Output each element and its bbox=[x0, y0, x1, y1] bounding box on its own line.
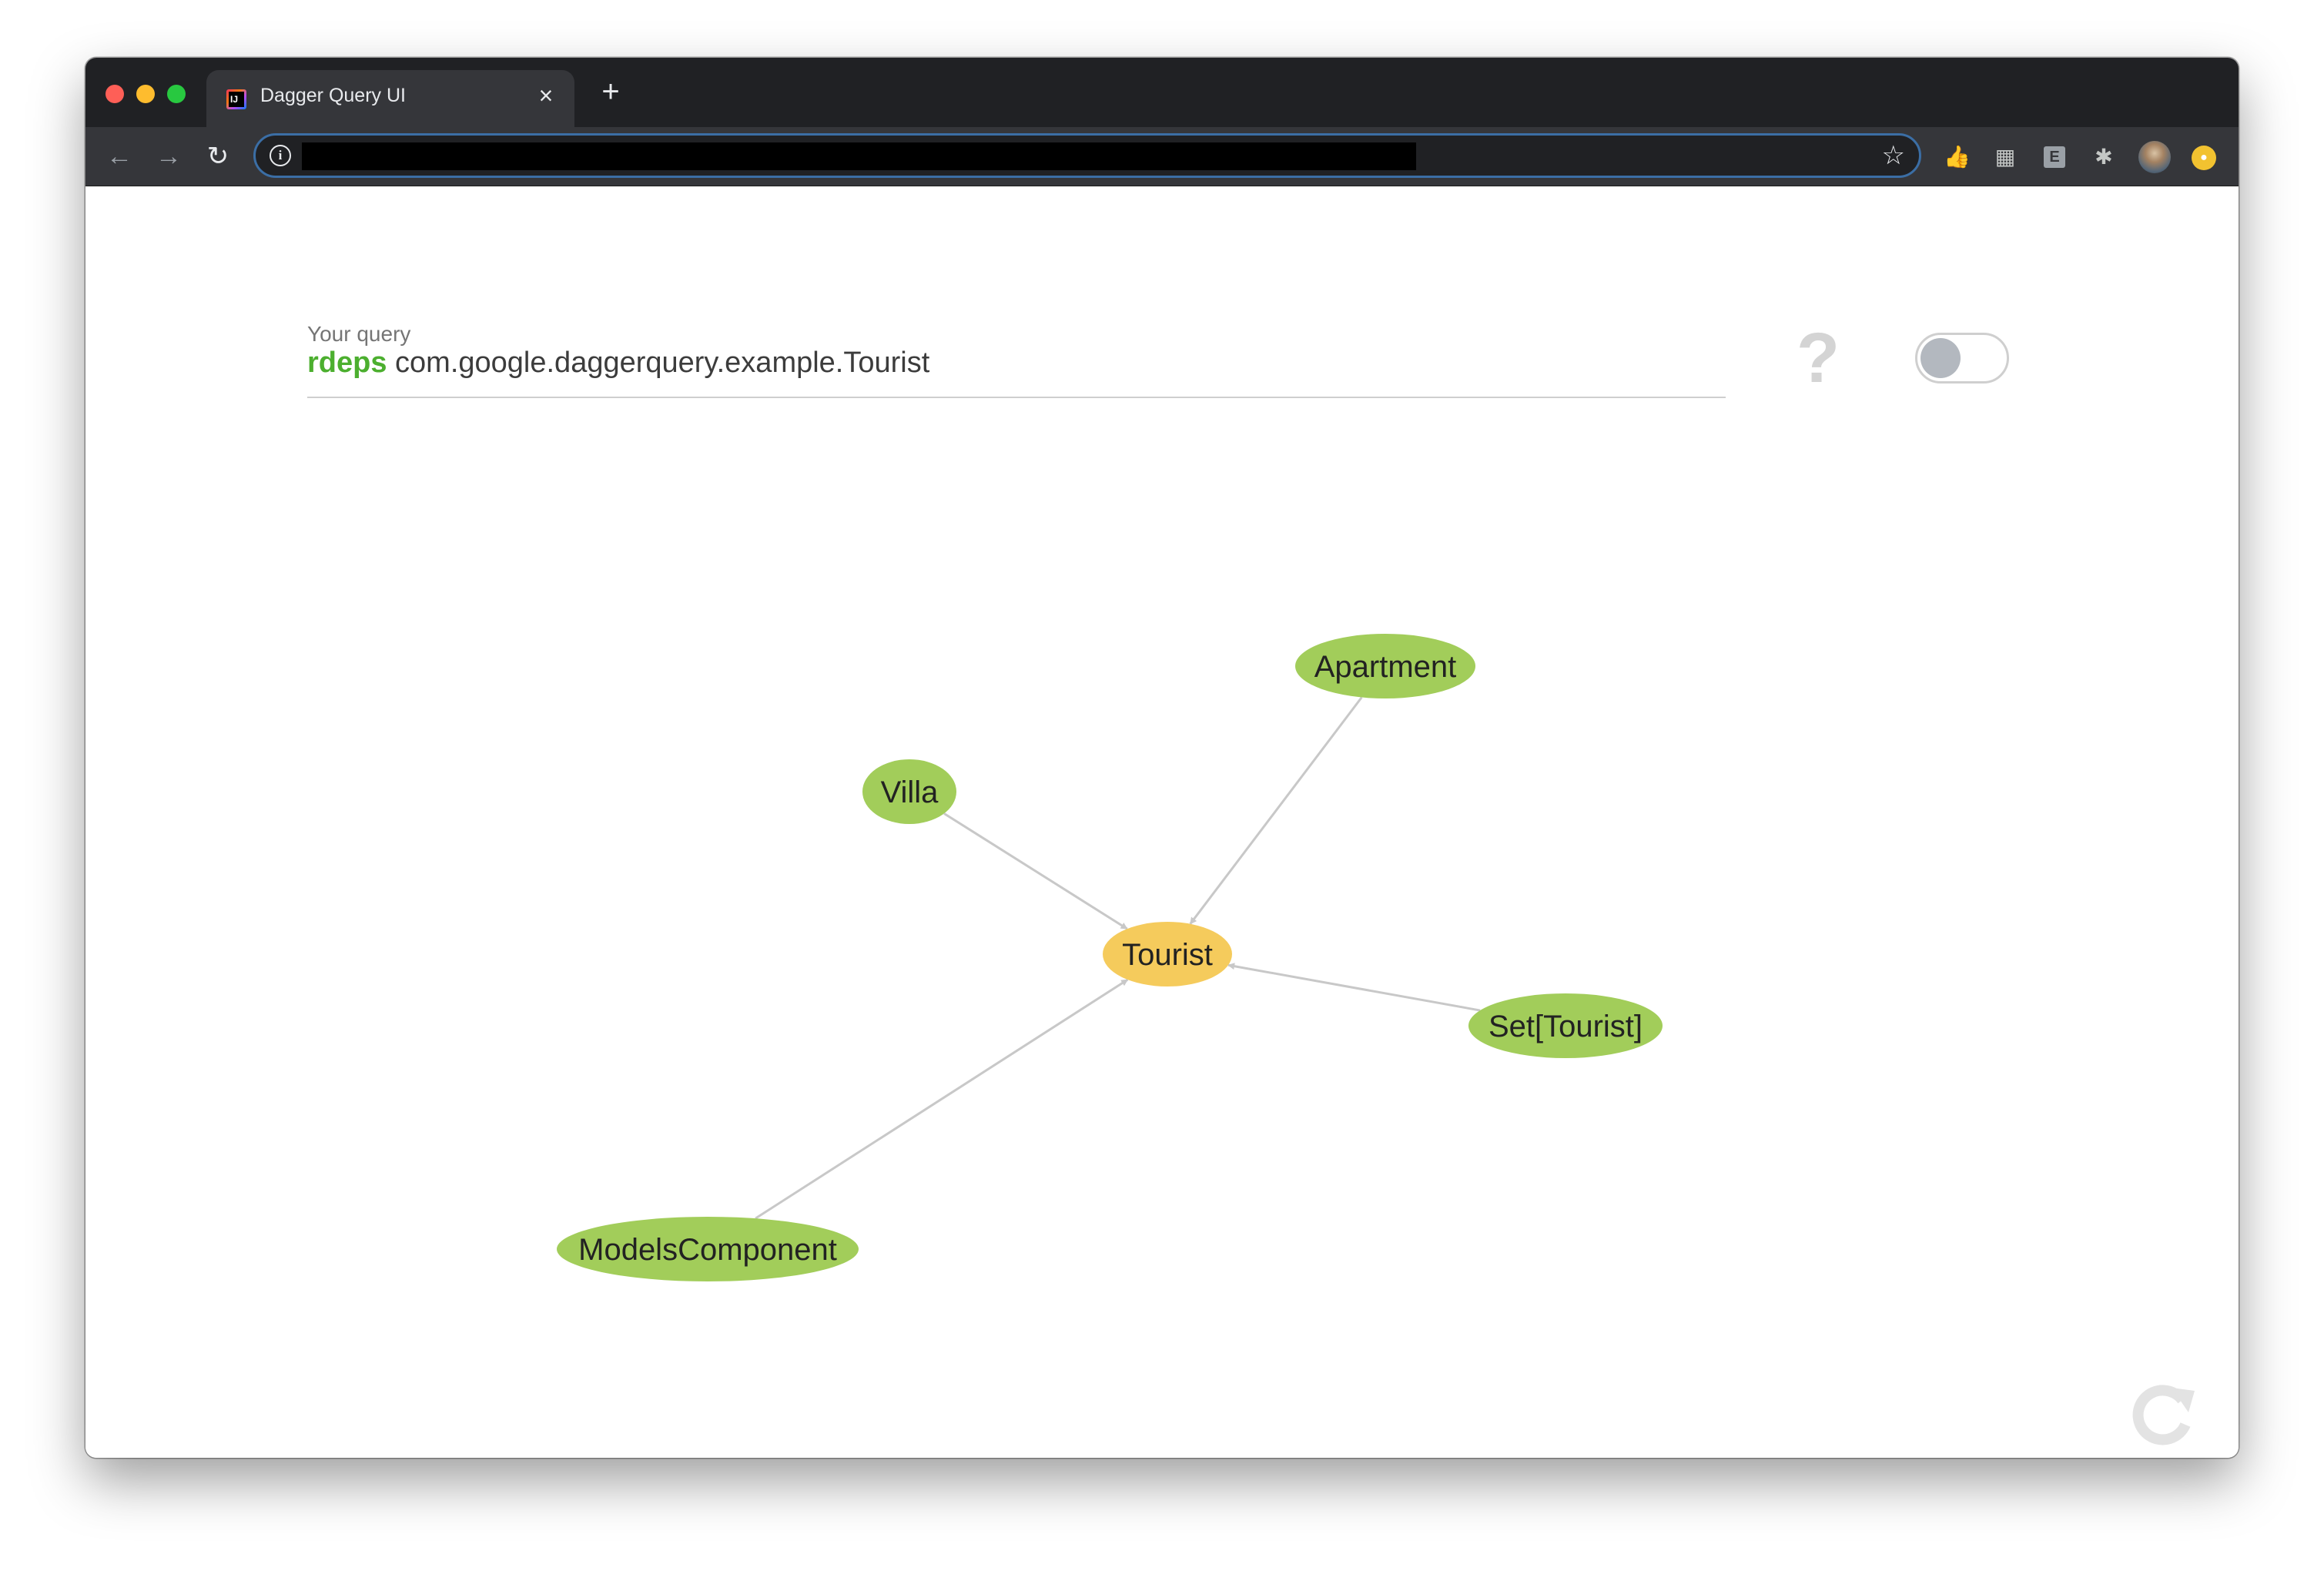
browser-window: IJ Dagger Query UI × + ← → ↻ i ☆ 👍 ▦ E ✱… bbox=[85, 58, 2239, 1458]
browser-toolbar: ← → ↻ i ☆ 👍 ▦ E ✱ ● bbox=[85, 127, 2239, 186]
bookmark-star-icon[interactable]: ☆ bbox=[1882, 142, 1905, 169]
dependency-graph: Apartment Villa Tourist Set[Tourist] ModelsC… bbox=[557, 634, 1663, 1281]
back-button[interactable]: ← bbox=[104, 141, 135, 172]
close-window-button[interactable] bbox=[105, 85, 124, 103]
site-info-icon[interactable]: i bbox=[270, 145, 291, 166]
graph-node-models-component[interactable]: ModelsComponent bbox=[557, 1217, 859, 1281]
profile-status-icon[interactable]: ● bbox=[2192, 146, 2216, 170]
profile-avatar[interactable] bbox=[2138, 141, 2171, 173]
graph-node-label: Villa bbox=[881, 775, 939, 809]
graph-node-label: Apartment bbox=[1314, 650, 1457, 684]
qr-code-extension-icon[interactable]: ▦ bbox=[1992, 144, 2018, 170]
edge-models-component-to-tourist bbox=[755, 978, 1129, 1220]
graph-node-label: Set[Tourist] bbox=[1488, 1010, 1643, 1043]
edge-set-tourist-to-tourist bbox=[1227, 963, 1481, 1012]
edge-apartment-to-tourist bbox=[1189, 696, 1363, 925]
tab-bar: IJ Dagger Query UI × + bbox=[85, 58, 2239, 127]
graph-node-label: Tourist bbox=[1122, 938, 1213, 972]
minimize-window-button[interactable] bbox=[136, 85, 155, 103]
zoom-window-button[interactable] bbox=[167, 85, 186, 103]
intellij-favicon-icon: IJ bbox=[226, 89, 246, 109]
graph-node-label: ModelsComponent bbox=[578, 1233, 837, 1267]
address-bar[interactable]: i ☆ bbox=[253, 133, 1921, 178]
tab-title: Dagger Query UI bbox=[260, 85, 406, 106]
edge-villa-to-tourist bbox=[943, 812, 1128, 930]
graph-node-tourist[interactable]: Tourist bbox=[1103, 922, 1232, 986]
reload-button[interactable]: ↻ bbox=[203, 141, 233, 172]
refresh-graph-icon[interactable] bbox=[2128, 1380, 2198, 1449]
graph-node-villa[interactable]: Villa bbox=[862, 759, 956, 824]
tab-dagger-query-ui[interactable]: IJ Dagger Query UI × bbox=[206, 70, 574, 127]
new-tab-button[interactable]: + bbox=[595, 76, 626, 107]
graph-node-apartment[interactable]: Apartment bbox=[1295, 634, 1475, 698]
puzzle-extensions-icon[interactable]: ✱ bbox=[2091, 144, 2117, 170]
e-extension-icon[interactable]: E bbox=[2044, 146, 2065, 168]
url-text[interactable] bbox=[302, 142, 1416, 170]
page-content: Your query rdeps com.google.daggerquery.… bbox=[85, 186, 2239, 1458]
forward-button[interactable]: → bbox=[153, 141, 184, 172]
thumbs-up-extension-icon[interactable]: 👍 bbox=[1944, 144, 1971, 170]
tab-close-icon[interactable]: × bbox=[531, 81, 561, 110]
graph-node-set-tourist[interactable]: Set[Tourist] bbox=[1468, 993, 1663, 1058]
